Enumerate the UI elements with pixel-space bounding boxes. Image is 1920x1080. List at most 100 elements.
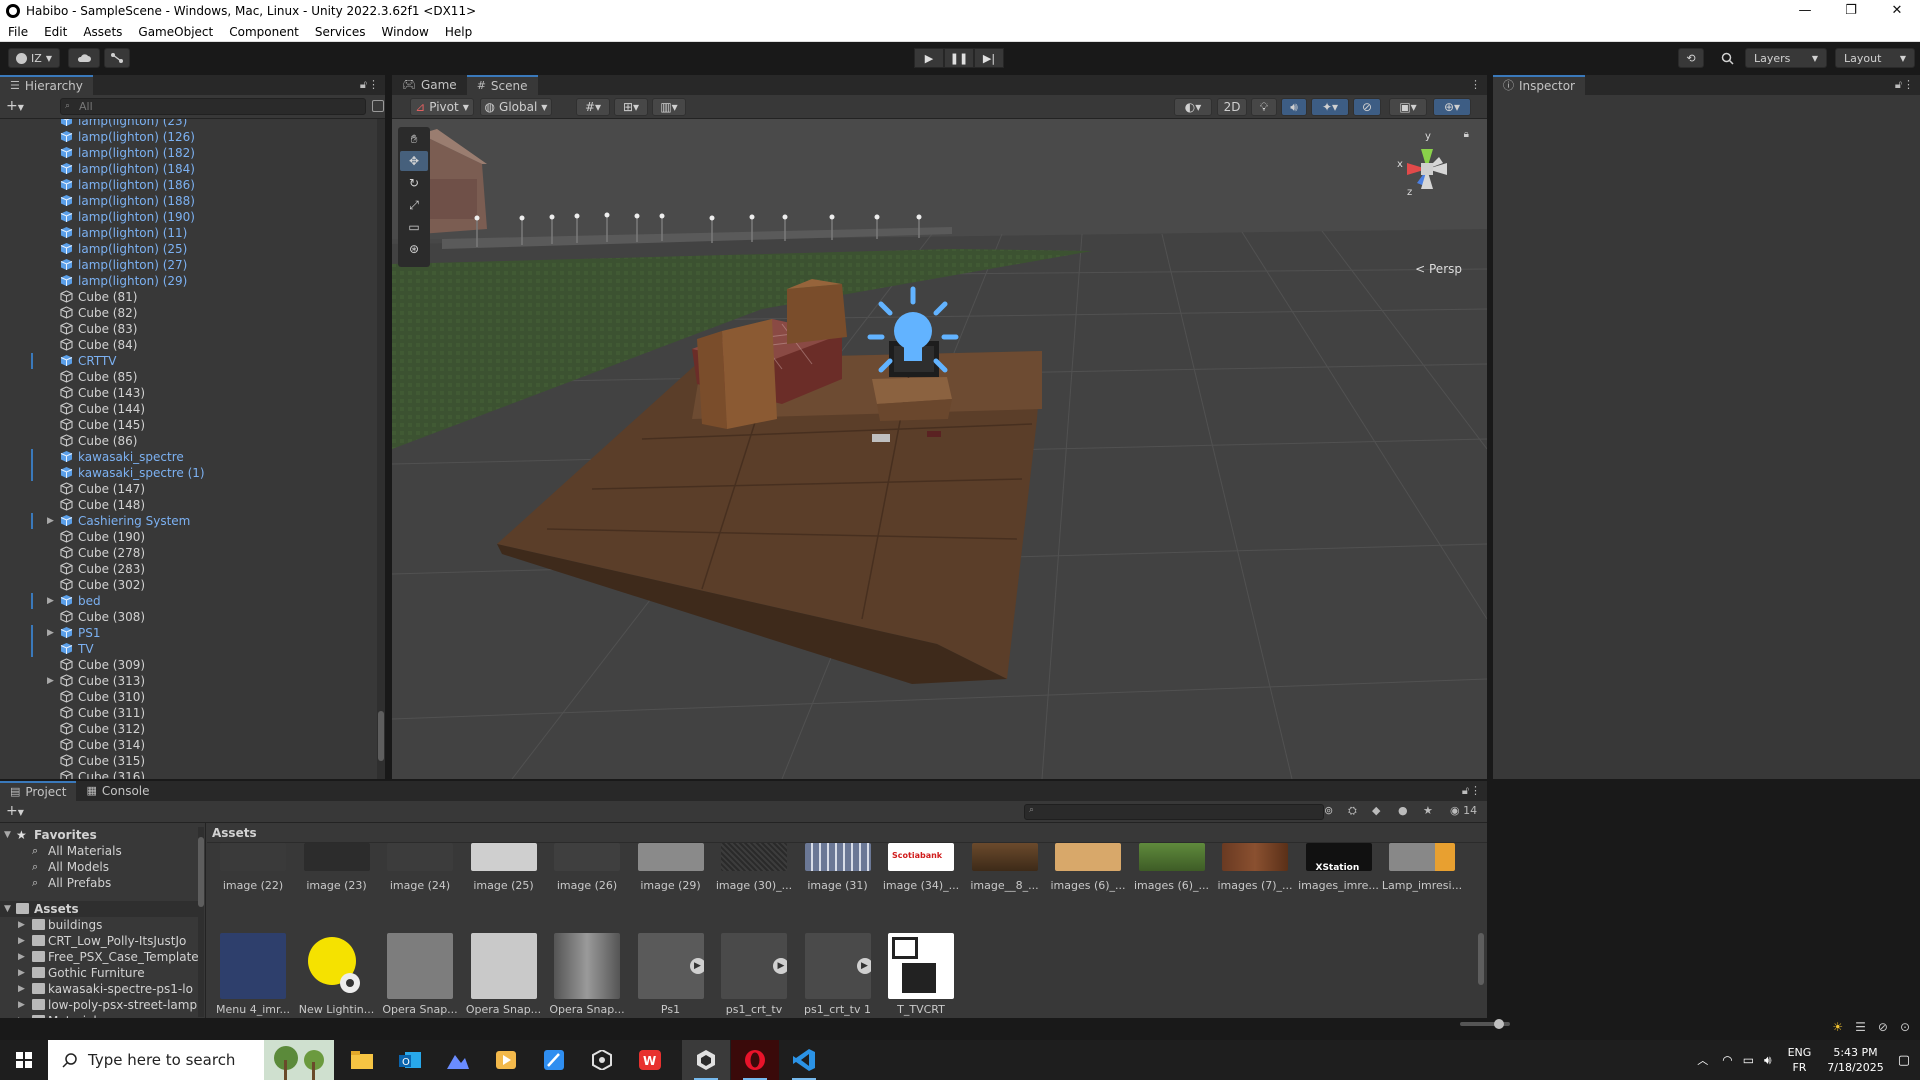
- hierarchy-row[interactable]: Cube (308): [0, 609, 378, 625]
- hierarchy-row[interactable]: TV: [0, 641, 378, 657]
- lock-icon[interactable]: 🔓︎: [360, 78, 367, 92]
- hierarchy-row[interactable]: ▶ PS1: [0, 625, 378, 641]
- menu-assets[interactable]: Assets: [75, 25, 130, 39]
- taskbar-unity-hub[interactable]: [578, 1040, 626, 1080]
- volume-icon[interactable]: 🔊︎: [1764, 1053, 1772, 1068]
- lighting-toggle[interactable]: 💡︎: [1251, 98, 1277, 116]
- filter-by-type-icon[interactable]: ⛭: [1348, 804, 1357, 818]
- asset-tile[interactable]: Opera Snap...: [546, 933, 628, 1026]
- hierarchy-row[interactable]: lamp(lighton) (29): [0, 273, 378, 289]
- asset-grid-scrollbar[interactable]: [1477, 845, 1485, 1005]
- tab-console[interactable]: ▦ Console: [76, 781, 159, 801]
- scene-viewport[interactable]: ✋︎ ✥ ↻ ⤢ ▭ ⊛ y x z 🔒︎ < Persp: [392, 119, 1487, 779]
- hierarchy-row[interactable]: lamp(lighton) (11): [0, 225, 378, 241]
- menu-services[interactable]: Services: [307, 25, 374, 39]
- asset-tile[interactable]: XStation images_imre...: [1298, 828, 1380, 928]
- hierarchy-row[interactable]: lamp(lighton) (190): [0, 209, 378, 225]
- expand-arrow-icon[interactable]: ▶: [18, 933, 25, 949]
- taskbar-unity-editor[interactable]: [682, 1040, 730, 1080]
- network-icon[interactable]: ⊘: [1878, 1020, 1888, 1034]
- folder-item[interactable]: ▶ Free_PSX_Case_Template: [0, 949, 200, 965]
- layout-dropdown[interactable]: Layout ▼: [1835, 48, 1915, 68]
- hierarchy-row[interactable]: kawasaki_spectre: [0, 449, 378, 465]
- hierarchy-row[interactable]: ▶ bed: [0, 593, 378, 609]
- gizmos-button[interactable]: ⊕▾: [1433, 98, 1471, 116]
- taskbar-outlook[interactable]: O: [386, 1040, 434, 1080]
- hierarchy-row[interactable]: Cube (83): [0, 321, 378, 337]
- hierarchy-row[interactable]: CRTTV: [0, 353, 378, 369]
- favorite-search-item[interactable]: ⌕ All Prefabs: [0, 875, 200, 891]
- expand-arrow-icon[interactable]: ▶: [47, 673, 54, 689]
- hierarchy-row[interactable]: lamp(lighton) (126): [0, 129, 378, 145]
- language-indicator[interactable]: ENG FR: [1788, 1045, 1812, 1075]
- menu-file[interactable]: File: [0, 25, 36, 39]
- battery-icon[interactable]: ▭: [1743, 1053, 1754, 1067]
- asset-tile[interactable]: Menu 4_imr...: [212, 933, 294, 1026]
- menu-gameobject[interactable]: GameObject: [130, 25, 221, 39]
- taskbar-opera[interactable]: [731, 1040, 779, 1080]
- scale-tool-button[interactable]: ⤢: [400, 195, 428, 215]
- hierarchy-row[interactable]: Cube (81): [0, 289, 378, 305]
- kebab-menu-icon[interactable]: ⋮: [1903, 78, 1914, 91]
- hierarchy-row[interactable]: Cube (82): [0, 305, 378, 321]
- asset-tile[interactable]: image (23): [296, 828, 378, 928]
- menu-edit[interactable]: Edit: [36, 25, 75, 39]
- draw-mode-button[interactable]: ◐▾: [1174, 98, 1212, 116]
- align-button[interactable]: ▥▾: [652, 98, 686, 116]
- folder-item[interactable]: ▶ CRT_Low_Polly-ItsJustJo: [0, 933, 200, 949]
- hierarchy-row[interactable]: lamp(lighton) (25): [0, 241, 378, 257]
- asset-tile[interactable]: images (6)_...: [1131, 828, 1213, 928]
- create-button[interactable]: +▼: [6, 98, 24, 114]
- folder-item[interactable]: ▶ Gothic Furniture: [0, 965, 200, 981]
- global-toggle[interactable]: ◍ Global ▼: [480, 98, 552, 116]
- search-by-type-icon[interactable]: ⊚: [1324, 804, 1333, 817]
- favorite-star-icon[interactable]: ★: [1423, 804, 1433, 817]
- notifications-icon[interactable]: ▢: [1898, 1053, 1910, 1068]
- hierarchy-row[interactable]: lamp(lighton) (184): [0, 161, 378, 177]
- expand-arrow-icon[interactable]: ▶: [47, 593, 54, 609]
- project-search-input[interactable]: ⌕: [1024, 804, 1324, 820]
- asset-tile[interactable]: ▶ ps1_crt_tv: [713, 933, 795, 1026]
- close-button[interactable]: ✕: [1874, 0, 1920, 22]
- hierarchy-row[interactable]: Cube (312): [0, 721, 378, 737]
- audio-toggle[interactable]: 🔊︎: [1281, 98, 1307, 116]
- scene-visibility-icon[interactable]: [372, 100, 384, 112]
- expand-arrow-icon[interactable]: ▶: [18, 965, 25, 981]
- asset-tile[interactable]: image (31): [797, 828, 879, 928]
- asset-tile[interactable]: ▶ ps1_crt_tv 1: [797, 933, 879, 1026]
- rect-tool-button[interactable]: ▭: [400, 217, 428, 237]
- asset-tile[interactable]: Scotiabank image (34)_...: [880, 828, 962, 928]
- chevron-up-icon[interactable]: ︿: [1697, 1052, 1708, 1068]
- hierarchy-row[interactable]: ▶ Cube (313): [0, 673, 378, 689]
- hierarchy-row[interactable]: Cube (145): [0, 417, 378, 433]
- kebab-menu-icon[interactable]: ⋮: [1470, 784, 1481, 797]
- hierarchy-row[interactable]: Cube (190): [0, 529, 378, 545]
- 2d-toggle[interactable]: 2D: [1217, 98, 1247, 116]
- move-tool-button[interactable]: ✥: [400, 151, 428, 171]
- effects-toggle[interactable]: ✦▾: [1311, 98, 1349, 116]
- folder-item[interactable]: ▶ low-poly-psx-street-lamp: [0, 997, 200, 1013]
- undo-history-button[interactable]: ⟲: [1678, 48, 1704, 68]
- layers-dropdown[interactable]: Layers ▼: [1745, 48, 1827, 68]
- menu-component[interactable]: Component: [221, 25, 307, 39]
- favorite-search-item[interactable]: ⌕ All Materials: [0, 843, 200, 859]
- folder-item[interactable]: ▶ buildings: [0, 917, 200, 933]
- tree-section[interactable]: ▼ Assets: [0, 901, 200, 917]
- asset-tile[interactable]: image (26): [546, 828, 628, 928]
- hierarchy-row[interactable]: lamp(lighton) (188): [0, 193, 378, 209]
- hierarchy-scrollbar[interactable]: [377, 119, 385, 779]
- hierarchy-row[interactable]: lamp(lighton) (23): [0, 119, 378, 129]
- taskbar-photos[interactable]: [434, 1040, 482, 1080]
- menu-window[interactable]: Window: [374, 25, 437, 39]
- cache-server-icon[interactable]: ☰: [1855, 1020, 1866, 1034]
- taskbar-video-editor[interactable]: [482, 1040, 530, 1080]
- pause-button[interactable]: ❚❚: [944, 48, 974, 68]
- hierarchy-row[interactable]: kawasaki_spectre (1): [0, 465, 378, 481]
- hierarchy-row[interactable]: Cube (86): [0, 433, 378, 449]
- asset-tile[interactable]: image__8_...: [964, 828, 1046, 928]
- lock-icon[interactable]: 🔓︎: [1462, 784, 1469, 798]
- tab-game[interactable]: 🎮︎ Game: [392, 75, 467, 95]
- hierarchy-row[interactable]: Cube (283): [0, 561, 378, 577]
- asset-size-slider[interactable]: [1460, 1019, 1510, 1029]
- expand-arrow-icon[interactable]: ▶: [47, 625, 54, 641]
